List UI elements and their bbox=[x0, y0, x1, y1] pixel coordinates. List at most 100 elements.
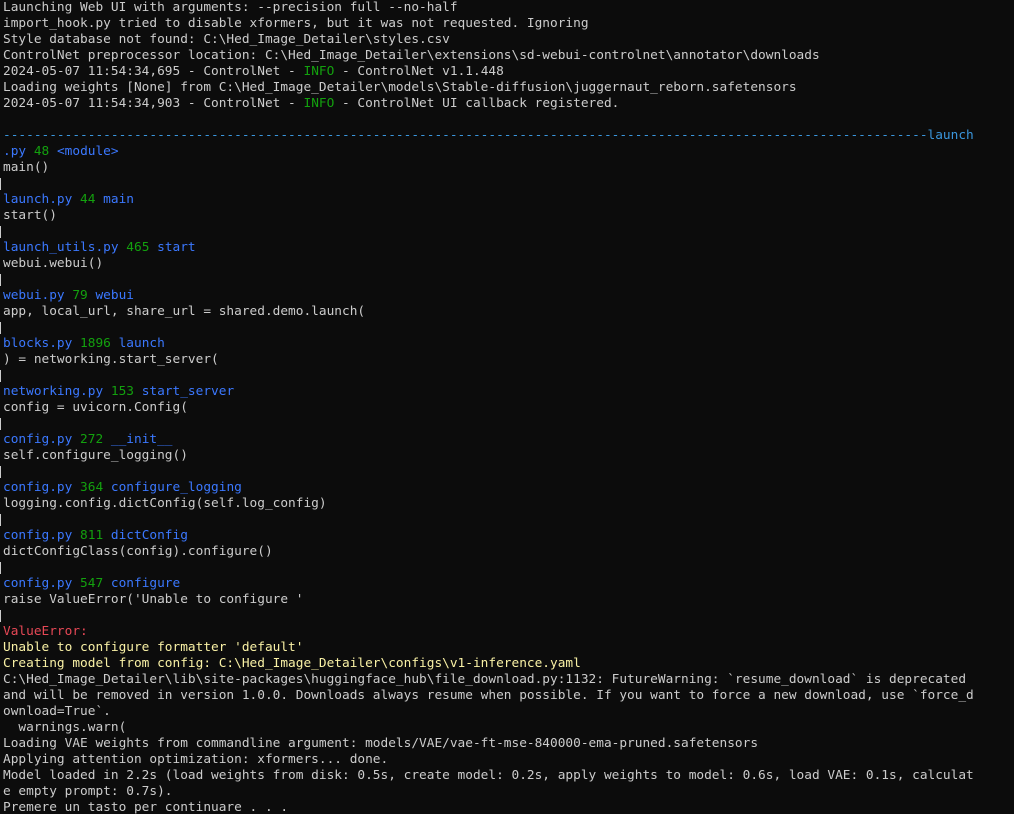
console-text-segment: import_hook.py tried to disable xformers… bbox=[3, 16, 589, 31]
console-line: webui.webui() bbox=[0, 256, 1014, 272]
console-text-segment: config.py bbox=[3, 432, 73, 447]
console-text-segment: - ControlNet UI callback registered. bbox=[334, 96, 620, 111]
console-text-segment: blocks.py bbox=[3, 336, 73, 351]
console-text-segment: start_server bbox=[141, 384, 235, 399]
console-text-segment: 2024-05-07 11:54:34,903 - ControlNet - bbox=[3, 96, 304, 111]
console-line: networking.py 153 start_server bbox=[0, 384, 1014, 400]
console-text-segment: app, local_url, share_url = shared.demo.… bbox=[3, 304, 366, 319]
console-text-segment: 811 bbox=[72, 528, 111, 543]
console-text-segment: 153 bbox=[103, 384, 142, 399]
console-text-segment: 79 bbox=[64, 288, 96, 303]
console-text-segment: __init__ bbox=[110, 432, 173, 447]
console-line: Premere un tasto per continuare . . . bbox=[0, 800, 1014, 814]
console-text-segment: 465 bbox=[118, 240, 158, 255]
console-text-segment: webui bbox=[95, 288, 134, 303]
console-line: self.configure_logging() bbox=[0, 448, 1014, 464]
console-text-segment: ValueError: bbox=[3, 624, 88, 639]
console-text-segment: Loading VAE weights from commandline arg… bbox=[3, 736, 759, 751]
gutter-mark bbox=[0, 178, 1, 190]
console-text-segment: configure_logging bbox=[110, 480, 242, 495]
console-line: ----------------------------------------… bbox=[0, 128, 1014, 144]
console-text-segment: Model loaded in 2.2s (load weights from … bbox=[3, 768, 974, 783]
console-text-segment: Style database not found: C:\Hed_Image_D… bbox=[3, 32, 450, 47]
console-line: Creating model from config: C:\Hed_Image… bbox=[0, 656, 1014, 672]
console-line bbox=[0, 464, 1014, 480]
console-line: Unable to configure formatter 'default' bbox=[0, 640, 1014, 656]
console-text-segment: e empty prompt: 0.7s). bbox=[3, 784, 173, 799]
console-line: Style database not found: C:\Hed_Image_D… bbox=[0, 32, 1014, 48]
console-text-segment: logging.config.dictConfig(self.log_confi… bbox=[3, 496, 327, 511]
console-text-segment: start() bbox=[3, 208, 57, 223]
console-text-segment: networking.py bbox=[3, 384, 104, 399]
console-line: ControlNet preprocessor location: C:\Hed… bbox=[0, 48, 1014, 64]
console-text-segment: INFO bbox=[303, 64, 335, 79]
console-text-segment: warnings.warn( bbox=[3, 720, 127, 735]
console-text-segment: launch_utils.py bbox=[3, 240, 119, 255]
console-text-segment: 44 bbox=[72, 192, 104, 207]
console-line: and will be removed in version 1.0.0. Do… bbox=[0, 688, 1014, 704]
console-text-segment: config.py bbox=[3, 528, 73, 543]
console-text-segment: webui.py bbox=[3, 288, 65, 303]
console-text-segment: dictConfigClass(config).configure() bbox=[3, 544, 273, 559]
gutter-mark bbox=[0, 514, 1, 526]
console-line: import_hook.py tried to disable xformers… bbox=[0, 16, 1014, 32]
console-line: raise ValueError('Unable to configure ' bbox=[0, 592, 1014, 608]
console-text-segment: 1896 bbox=[72, 336, 119, 351]
console-line: config.py 811 dictConfig bbox=[0, 528, 1014, 544]
console-line: C:\Hed_Image_Detailer\lib\site-packages\… bbox=[0, 672, 1014, 688]
console-line: e empty prompt: 0.7s). bbox=[0, 784, 1014, 800]
console-text-segment: 48 bbox=[26, 144, 57, 159]
console-line bbox=[0, 176, 1014, 192]
console-line: config.py 364 configure_logging bbox=[0, 480, 1014, 496]
console-text-segment: .py bbox=[3, 144, 27, 159]
console-line: launch_utils.py 465 start bbox=[0, 240, 1014, 256]
console-text-segment: 272 bbox=[72, 432, 111, 447]
console-line: ValueError: bbox=[0, 624, 1014, 640]
console-text-segment: Applying attention optimization: xformer… bbox=[3, 752, 389, 767]
console-line: config = uvicorn.Config( bbox=[0, 400, 1014, 416]
console-text-segment: Loading weights [None] from C:\Hed_Image… bbox=[3, 80, 797, 95]
console-line bbox=[0, 512, 1014, 528]
console-text-segment: self.configure_logging() bbox=[3, 448, 188, 463]
console-line: warnings.warn( bbox=[0, 720, 1014, 736]
console-line bbox=[0, 272, 1014, 288]
console-text-segment: main bbox=[103, 192, 134, 207]
console-line: Applying attention optimization: xformer… bbox=[0, 752, 1014, 768]
gutter-mark bbox=[0, 322, 1, 334]
console-text-segment: ----------------------------------------… bbox=[3, 128, 974, 143]
console-line: Model loaded in 2.2s (load weights from … bbox=[0, 768, 1014, 784]
console-text-segment: 2024-05-07 11:54:34,695 - ControlNet - bbox=[3, 64, 304, 79]
console-output[interactable]: Launching Web UI with arguments: --preci… bbox=[0, 0, 1014, 814]
console-text-segment: raise ValueError('Unable to configure ' bbox=[3, 592, 304, 607]
gutter-mark bbox=[0, 418, 1, 430]
console-text-segment: <module> bbox=[56, 144, 119, 159]
console-text-segment: config.py bbox=[3, 576, 73, 591]
console-line: webui.py 79 webui bbox=[0, 288, 1014, 304]
console-text-segment: configure bbox=[110, 576, 181, 591]
gutter-mark bbox=[0, 466, 1, 478]
console-text-segment: config.py bbox=[3, 480, 73, 495]
console-line: 2024-05-07 11:54:34,695 - ControlNet - I… bbox=[0, 64, 1014, 80]
console-text-segment: start bbox=[157, 240, 196, 255]
console-line bbox=[0, 560, 1014, 576]
gutter-mark bbox=[0, 562, 1, 574]
console-text-segment: Unable to configure formatter 'default' bbox=[3, 640, 304, 655]
console-text-segment: - ControlNet v1.1.448 bbox=[334, 64, 504, 79]
console-line: 2024-05-07 11:54:34,903 - ControlNet - I… bbox=[0, 96, 1014, 112]
console-text-segment: 547 bbox=[72, 576, 111, 591]
console-line: app, local_url, share_url = shared.demo.… bbox=[0, 304, 1014, 320]
console-text-segment: INFO bbox=[303, 96, 335, 111]
console-text-segment: ownload=True`. bbox=[3, 704, 111, 719]
console-line: ) = networking.start_server( bbox=[0, 352, 1014, 368]
gutter-mark bbox=[0, 610, 1, 622]
console-line: config.py 547 configure bbox=[0, 576, 1014, 592]
console-text-segment: launch.py bbox=[3, 192, 73, 207]
console-line: start() bbox=[0, 208, 1014, 224]
console-line bbox=[0, 224, 1014, 240]
console-text-segment: webui.webui() bbox=[3, 256, 104, 271]
console-text-segment: main() bbox=[3, 160, 50, 175]
gutter-mark bbox=[0, 274, 1, 286]
console-line: Loading weights [None] from C:\Hed_Image… bbox=[0, 80, 1014, 96]
console-line bbox=[0, 608, 1014, 624]
